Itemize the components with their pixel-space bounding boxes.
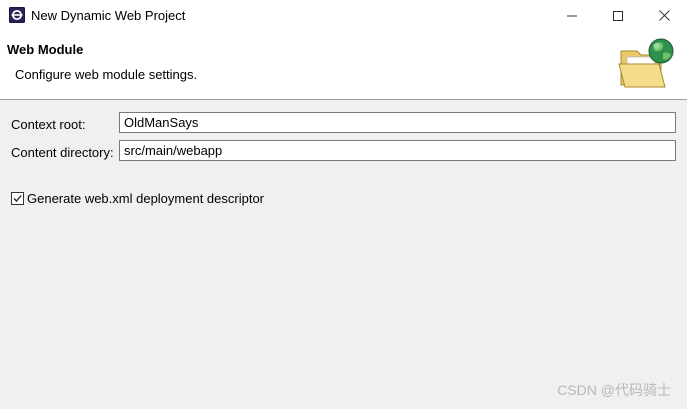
checkmark-icon bbox=[13, 194, 22, 202]
folder-globe-icon bbox=[617, 37, 679, 91]
minimize-icon bbox=[567, 15, 577, 16]
eclipse-app-icon bbox=[9, 7, 25, 23]
generate-web-xml-option[interactable]: Generate web.xml deployment descriptor bbox=[11, 190, 264, 206]
banner-separator bbox=[0, 99, 687, 100]
minimize-button[interactable] bbox=[549, 0, 595, 31]
window-title: New Dynamic Web Project bbox=[31, 8, 186, 23]
dialog-window: New Dynamic Web Project Web Module Confi… bbox=[0, 0, 687, 409]
title-bar[interactable]: New Dynamic Web Project bbox=[0, 0, 687, 31]
watermark: CSDN @代码骑士 bbox=[557, 382, 671, 398]
context-root-input[interactable] bbox=[119, 112, 676, 133]
maximize-icon bbox=[613, 10, 623, 21]
maximize-button[interactable] bbox=[595, 0, 641, 31]
banner-description: Configure web module settings. bbox=[15, 67, 198, 82]
content-directory-label: Content directory: bbox=[11, 145, 114, 160]
wizard-banner: Web Module Configure web module settings… bbox=[0, 31, 687, 99]
close-button[interactable] bbox=[641, 0, 687, 31]
generate-web-xml-label: Generate web.xml deployment descriptor bbox=[27, 190, 265, 206]
content-directory-input[interactable] bbox=[119, 140, 676, 161]
close-icon bbox=[658, 10, 670, 21]
context-root-label: Context root: bbox=[11, 117, 86, 132]
generate-web-xml-checkbox[interactable] bbox=[11, 191, 24, 205]
banner-title: Web Module bbox=[7, 42, 84, 57]
